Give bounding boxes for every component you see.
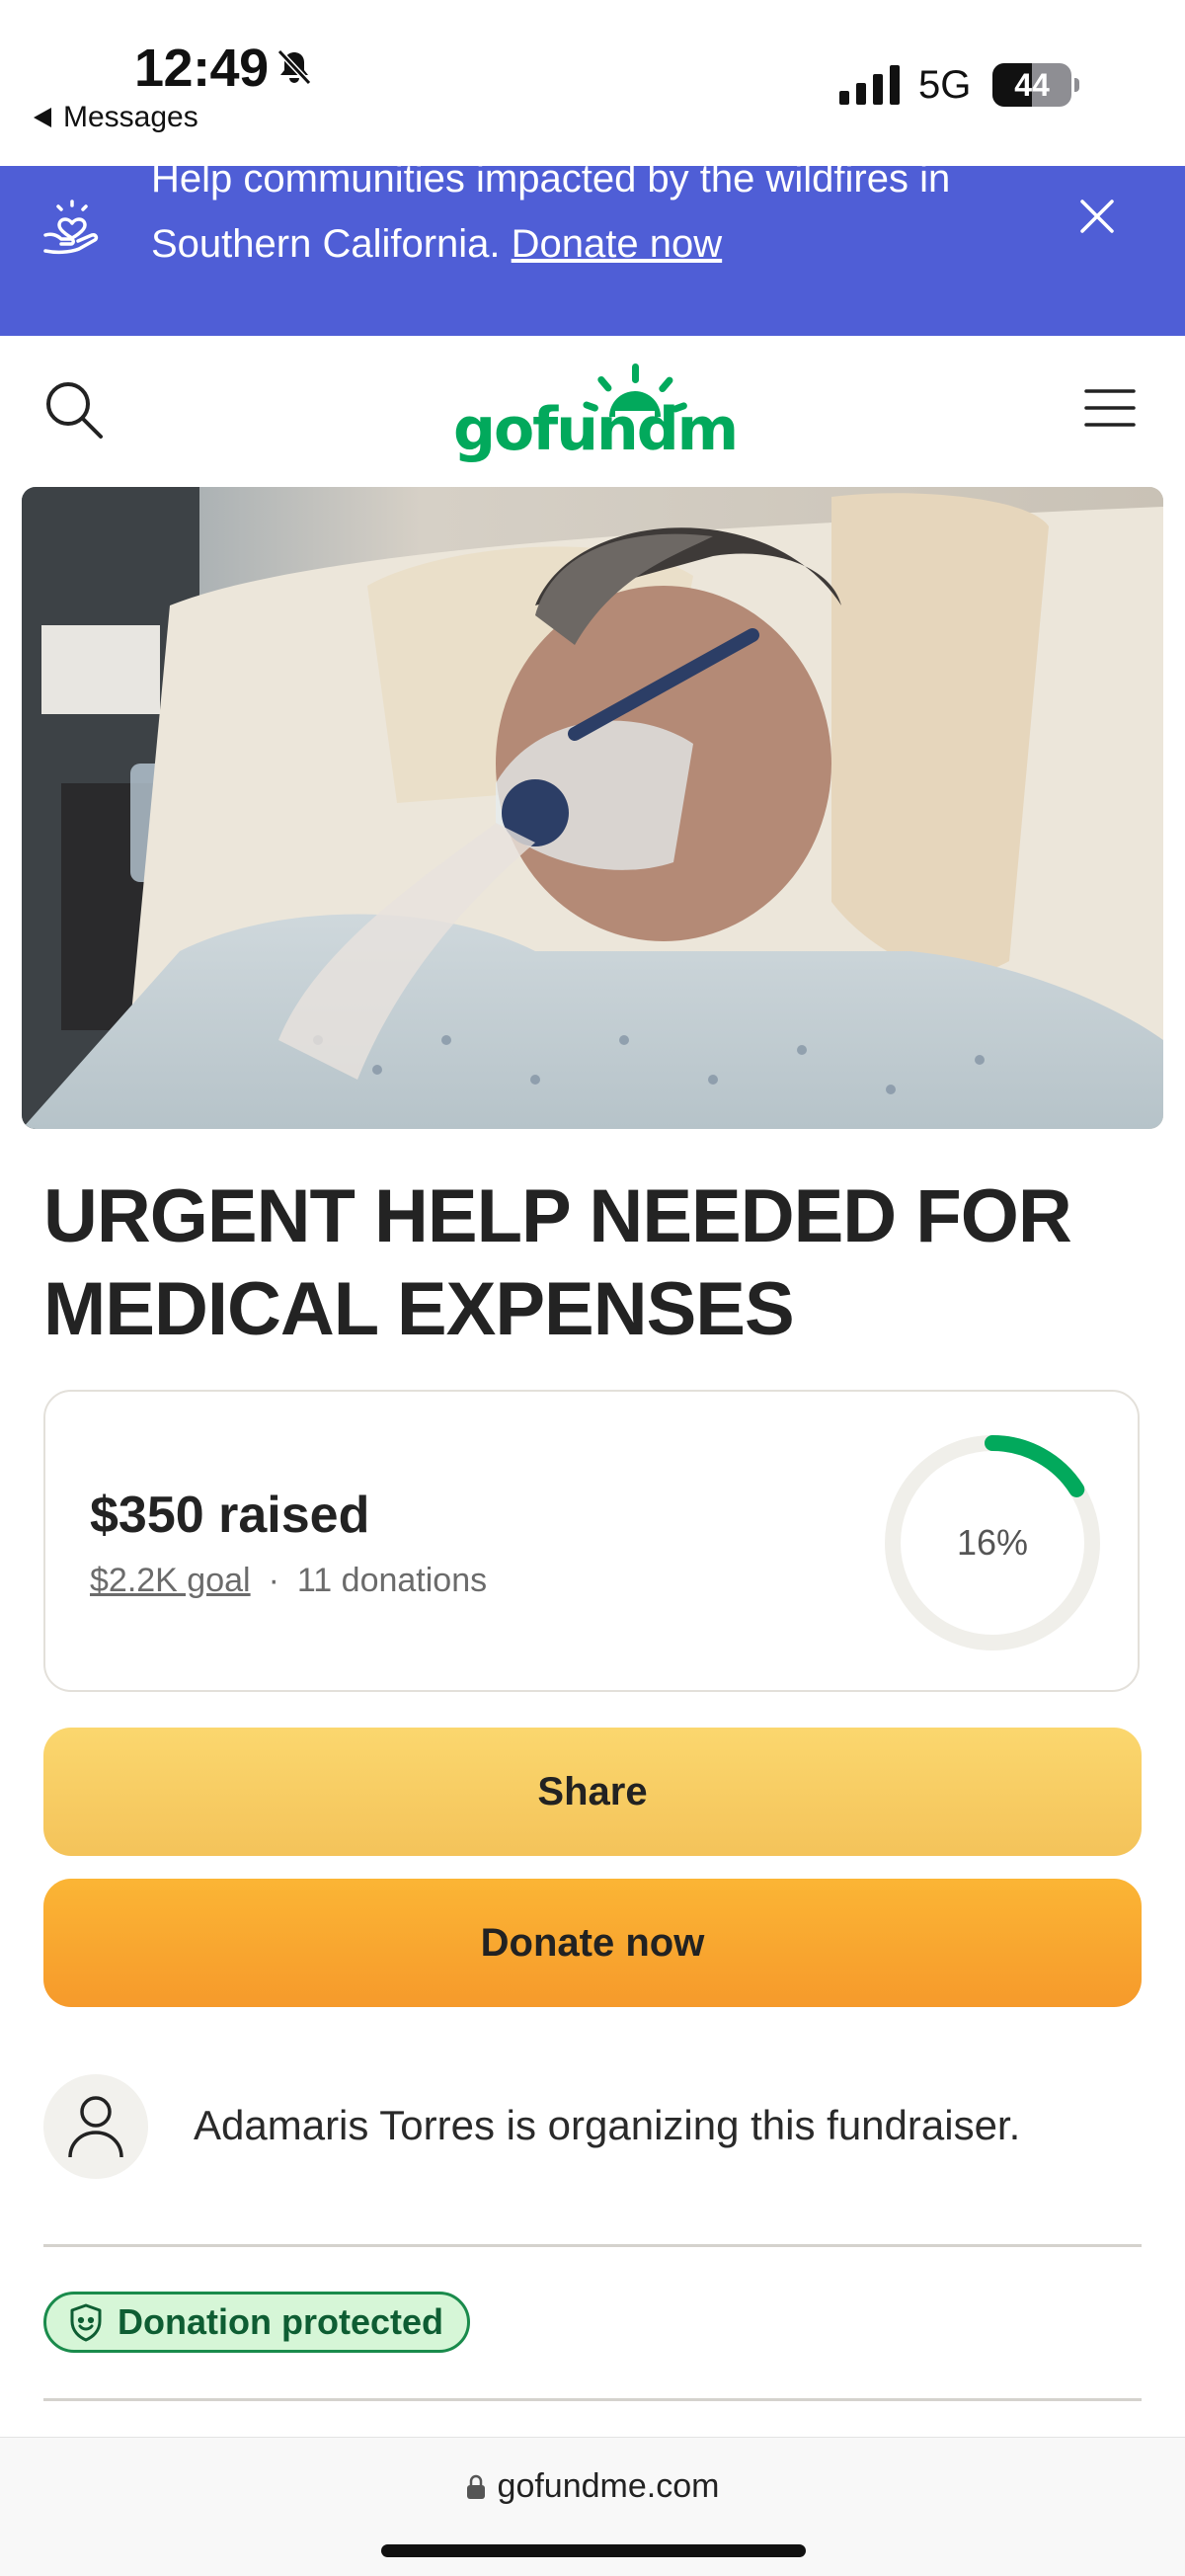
avatar xyxy=(43,2074,148,2179)
bell-muted-icon xyxy=(276,48,312,86)
logo-text: gofundme xyxy=(453,395,738,464)
close-icon[interactable] xyxy=(1076,196,1118,237)
network-type: 5G xyxy=(918,63,972,107)
goal-amount[interactable]: $2.2K goal xyxy=(90,1562,251,1600)
hospital-patient-illustration xyxy=(22,487,1163,1129)
site-header: gofundme xyxy=(0,336,1185,484)
divider xyxy=(43,2244,1142,2247)
donate-now-button[interactable]: Donate now xyxy=(43,1879,1142,2007)
gofundme-logo[interactable]: gofundme xyxy=(451,356,738,464)
badge-text: Donation protected xyxy=(118,2301,443,2342)
organizer-row[interactable]: Adamaris Torres is organizing this fundr… xyxy=(43,2074,1142,2183)
campaign-photo[interactable] xyxy=(22,487,1163,1129)
battery-level: 44 xyxy=(1014,67,1050,103)
banner-donate-link[interactable]: Donate now xyxy=(512,222,722,266)
campaign-title: URGENT HELP NEEDED FOR MEDICAL EXPENSES xyxy=(43,1174,1072,1351)
divider xyxy=(43,2398,1142,2401)
back-label: Messages xyxy=(63,101,198,133)
donation-count[interactable]: 11 donations xyxy=(297,1562,487,1600)
meta-separator: · xyxy=(268,1562,279,1599)
home-indicator[interactable] xyxy=(381,2544,806,2557)
menu-icon[interactable] xyxy=(1084,387,1136,429)
back-to-messages[interactable]: Messages xyxy=(34,101,198,134)
donation-protected-badge[interactable]: Donation protected xyxy=(43,2292,470,2353)
url-text: gofundme.com xyxy=(497,2467,720,2505)
donation-progress-card[interactable]: $350 raised $2.2K goal · 11 donations 16… xyxy=(43,1390,1140,1692)
signal-icon xyxy=(839,65,900,105)
status-bar: 12:49 Messages 5G 44 xyxy=(0,0,1185,166)
search-icon[interactable] xyxy=(43,379,105,441)
shield-icon xyxy=(70,2303,102,2342)
amount-raised: $350 raised xyxy=(90,1487,370,1544)
url-display[interactable]: gofundme.com xyxy=(0,2467,1185,2506)
wildfire-banner: Help communities impacted by the wildfir… xyxy=(0,166,1185,336)
status-time: 12:49 xyxy=(134,39,269,98)
organizer-text: Adamaris Torres is organizing this fundr… xyxy=(194,2102,1021,2148)
goal-meta: $2.2K goal · 11 donations xyxy=(90,1562,487,1600)
share-button[interactable]: Share xyxy=(43,1728,1142,1856)
battery-icon: 44 xyxy=(992,63,1079,107)
progress-percent: 16% xyxy=(956,1522,1029,1563)
banner-text: Help communities impacted by the wildfir… xyxy=(151,166,1079,277)
heart-hand-icon xyxy=(43,200,99,255)
back-arrow-icon xyxy=(34,108,51,127)
user-icon xyxy=(68,2096,123,2158)
browser-url-bar[interactable]: gofundme.com xyxy=(0,2437,1185,2576)
lock-icon xyxy=(466,2474,485,2499)
